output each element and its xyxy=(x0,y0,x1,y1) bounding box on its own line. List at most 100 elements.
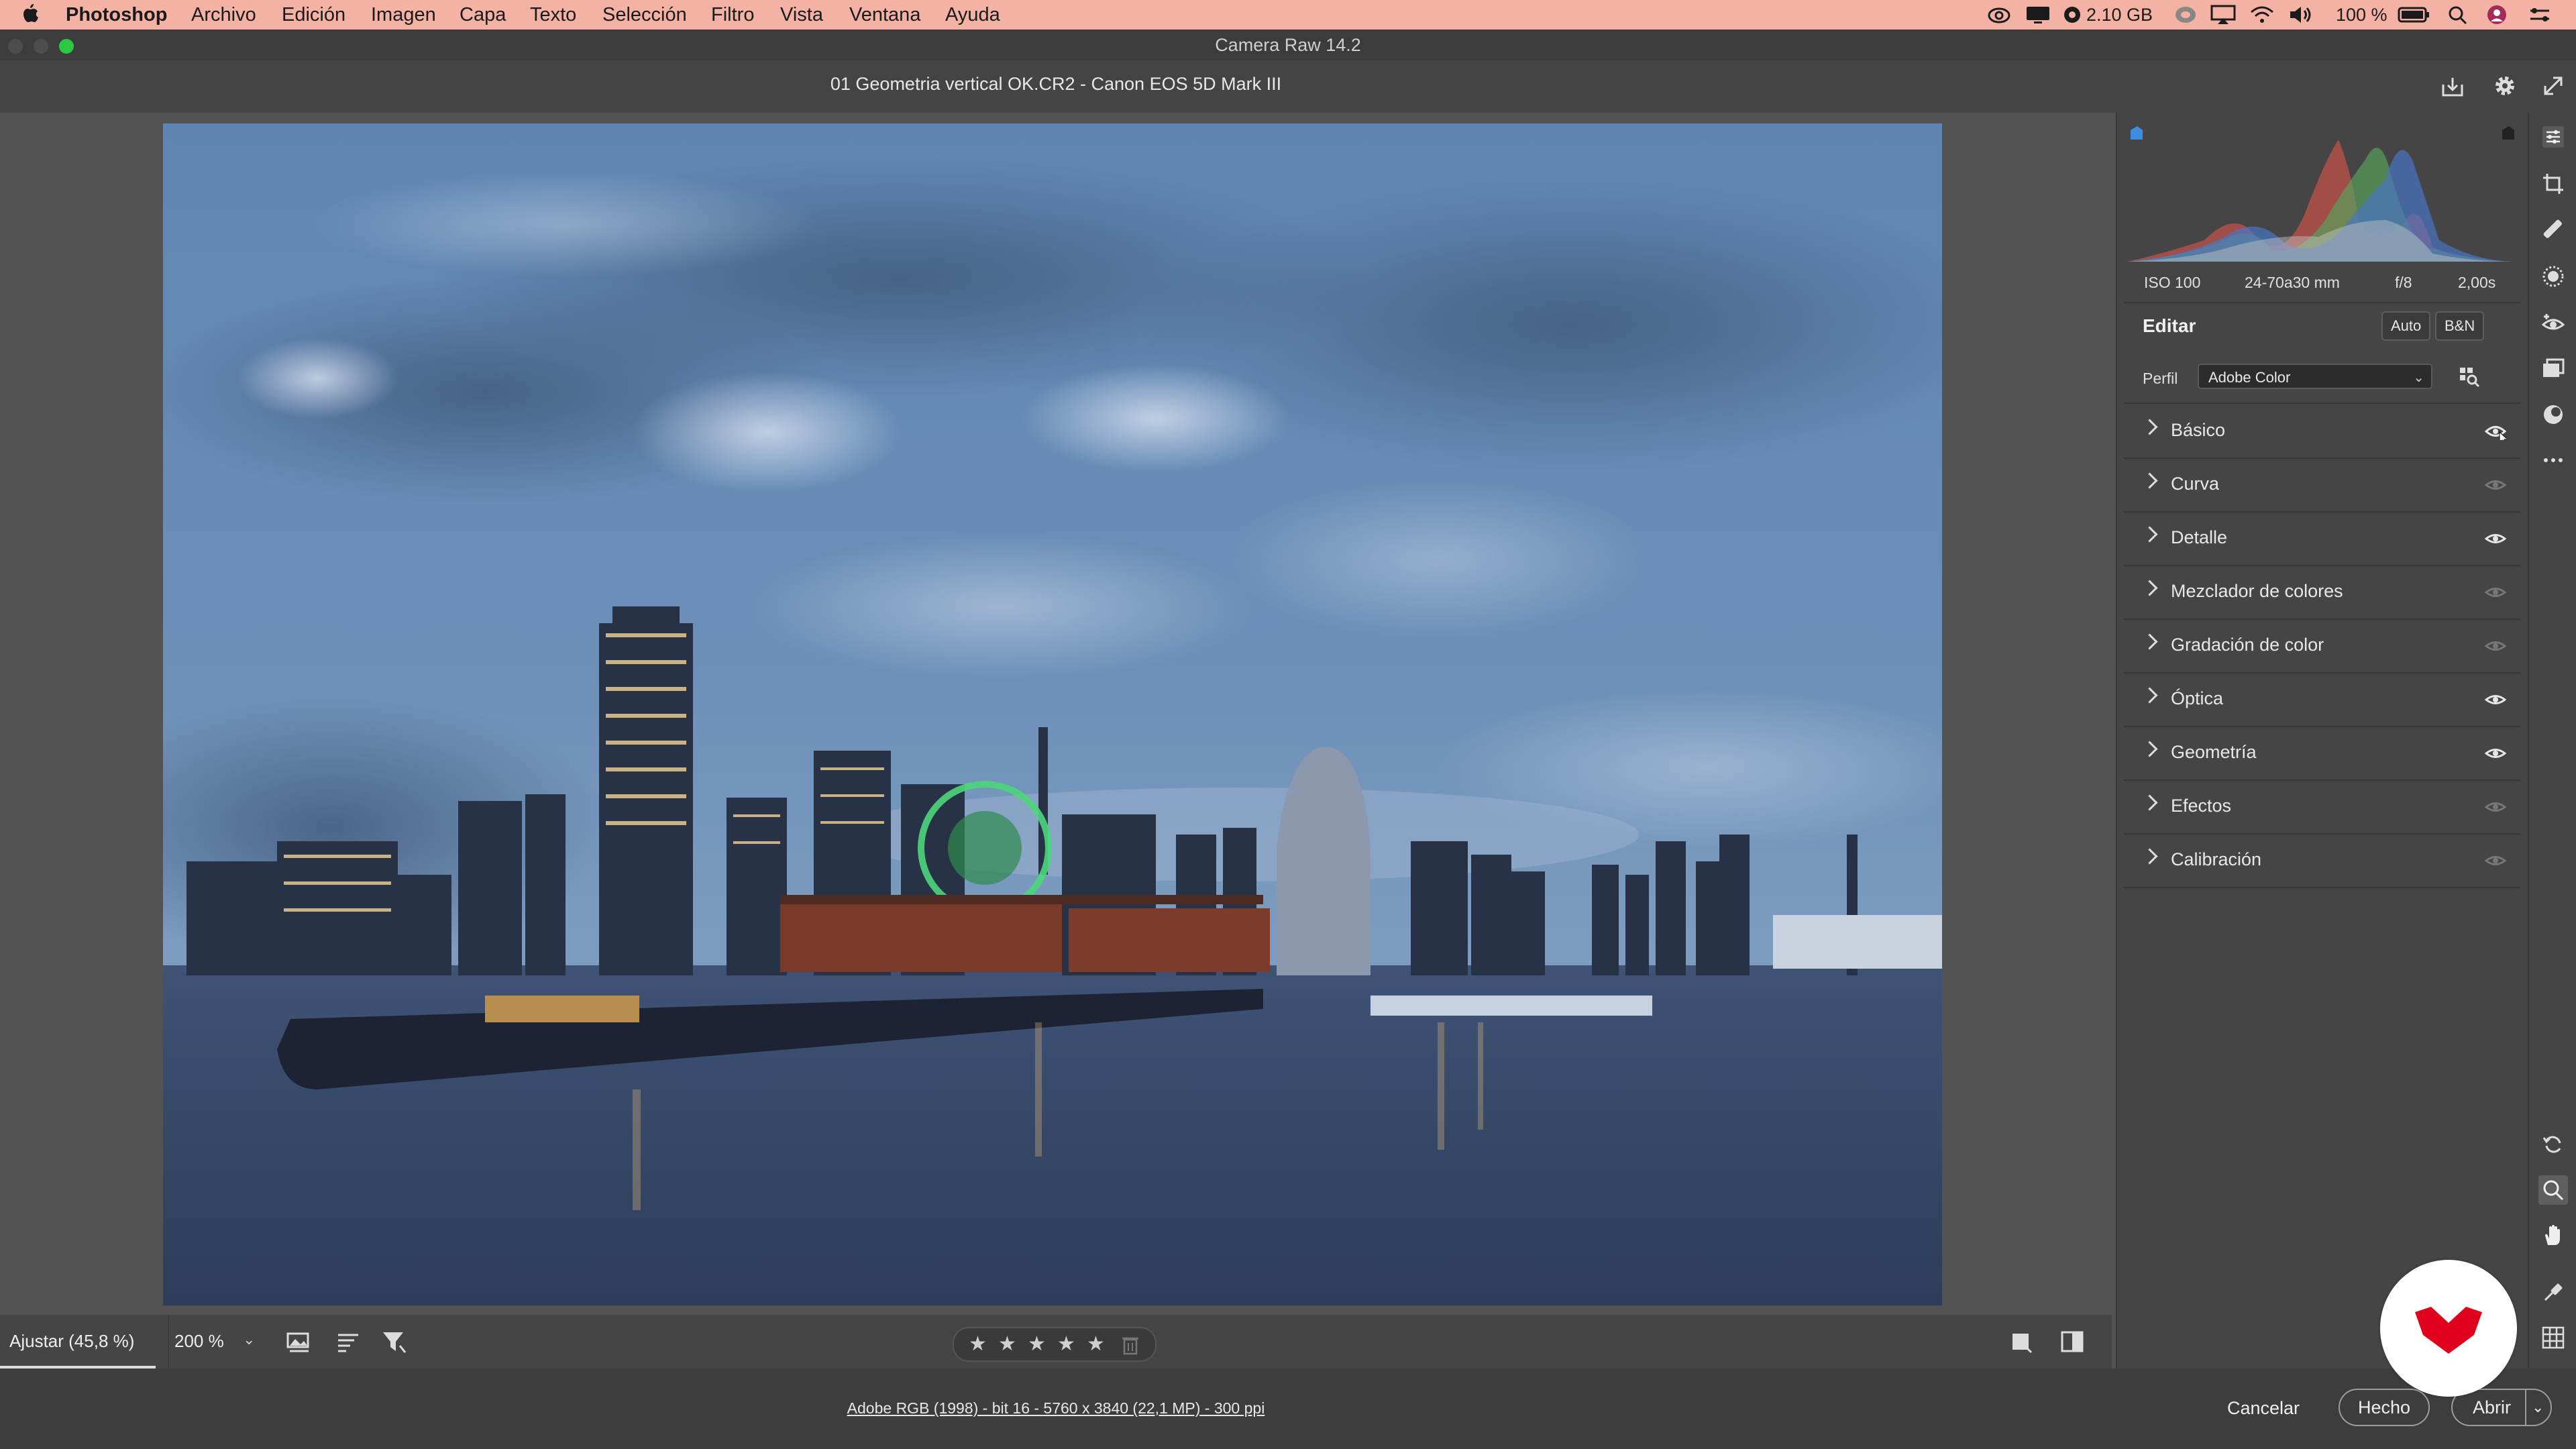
red-eye-icon[interactable] xyxy=(2541,311,2565,335)
section-efectos[interactable]: Efectos xyxy=(2124,781,2521,833)
section-detalle[interactable]: Detalle xyxy=(2124,513,2521,565)
menu-seleccion[interactable]: Selección xyxy=(602,3,687,26)
menu-imagen[interactable]: Imagen xyxy=(371,3,436,26)
masking-icon[interactable] xyxy=(2541,264,2565,288)
chevron-right-icon xyxy=(2141,794,2158,811)
menu-capa[interactable]: Capa xyxy=(460,3,506,26)
section-gradacion[interactable]: Gradación de color xyxy=(2124,620,2521,672)
section-curva[interactable]: Curva xyxy=(2124,459,2521,511)
star-icon[interactable]: ★ xyxy=(1087,1332,1105,1356)
section-label: Mezclador de colores xyxy=(2171,581,2343,601)
zoom-dropdown-chevron-icon[interactable]: ⌄ xyxy=(243,1331,255,1348)
apple-icon[interactable] xyxy=(20,3,40,27)
cancel-button[interactable]: Cancelar xyxy=(2227,1398,2300,1419)
volume-icon[interactable] xyxy=(2288,4,2314,25)
more-options-icon[interactable] xyxy=(2541,448,2565,472)
mac-menu-bar: Photoshop Archivo Edición Imagen Capa Te… xyxy=(0,0,2576,30)
edit-sliders-icon[interactable] xyxy=(2541,125,2565,149)
visibility-eye-icon[interactable] xyxy=(2485,637,2506,655)
delete-icon[interactable] xyxy=(1122,1335,1139,1355)
creative-cloud-icon[interactable] xyxy=(1987,4,2011,25)
visibility-eye-icon[interactable] xyxy=(2485,423,2506,440)
open-button-label: Abrir xyxy=(2473,1397,2512,1417)
battery-icon[interactable] xyxy=(2398,4,2431,25)
color-sampler-icon[interactable] xyxy=(2541,1280,2565,1304)
auto-button[interactable]: Auto xyxy=(2381,311,2431,341)
menu-texto[interactable]: Texto xyxy=(530,3,576,26)
visibility-eye-icon[interactable] xyxy=(2485,476,2506,494)
star-icon[interactable]: ★ xyxy=(1057,1332,1075,1356)
section-label: Calibración xyxy=(2171,849,2262,869)
zoom-fit-button[interactable]: Ajustar (45,8 %) xyxy=(0,1315,156,1368)
visibility-eye-icon[interactable] xyxy=(2485,691,2506,708)
window-title: Camera Raw 14.2 xyxy=(1215,35,1361,55)
section-optica[interactable]: Óptica xyxy=(2124,674,2521,726)
menu-edicion[interactable]: Edición xyxy=(282,3,345,26)
menu-vista[interactable]: Vista xyxy=(780,3,823,26)
photo-preview[interactable] xyxy=(163,123,1942,1305)
cityscape-photo xyxy=(163,123,1942,1305)
rating-stars[interactable]: ★ ★ ★ ★ ★ xyxy=(953,1327,1157,1362)
workflow-options-link[interactable]: Adobe RGB (1998) - bit 16 - 5760 x 3840 … xyxy=(0,1399,2112,1417)
zoom-tool-icon[interactable] xyxy=(2538,1175,2568,1205)
visibility-eye-icon[interactable] xyxy=(2485,745,2506,762)
profile-select[interactable]: Adobe Color ⌄ xyxy=(2198,364,2432,389)
healing-brush-icon[interactable] xyxy=(2541,217,2565,241)
wifi-icon[interactable] xyxy=(2249,4,2275,25)
bottom-toolbar: Ajustar (45,8 %) 200 % ⌄ ★ ★ ★ ★ ★ xyxy=(0,1315,2112,1368)
settings-gear-icon[interactable] xyxy=(2493,74,2517,98)
snapshots-icon[interactable] xyxy=(2541,402,2565,427)
section-label: Básico xyxy=(2171,420,2226,440)
profile-value: Adobe Color xyxy=(2208,369,2291,386)
section-mezclador[interactable]: Mezclador de colores xyxy=(2124,566,2521,619)
hand-tool-icon[interactable] xyxy=(2541,1224,2565,1248)
menu-ventana[interactable]: Ventana xyxy=(849,3,920,26)
divider xyxy=(2124,302,2521,303)
control-center-icon[interactable] xyxy=(2526,4,2553,25)
section-basico[interactable]: Básico xyxy=(2124,405,2521,458)
save-image-icon[interactable] xyxy=(2440,75,2465,98)
chevron-right-icon xyxy=(2141,419,2158,435)
display-icon[interactable] xyxy=(2025,4,2051,25)
spotlight-search-icon[interactable] xyxy=(2446,4,2470,25)
filmstrip-icon[interactable] xyxy=(286,1330,313,1354)
crop-icon[interactable] xyxy=(2541,172,2565,196)
exif-lens: 24-70a30 mm xyxy=(2245,274,2340,291)
menu-ayuda[interactable]: Ayuda xyxy=(945,3,1000,26)
status-icon[interactable] xyxy=(2174,4,2198,25)
user-avatar-icon[interactable] xyxy=(2485,4,2509,25)
exif-shutter: 2,00s xyxy=(2458,274,2496,291)
menu-app-photoshop[interactable]: Photoshop xyxy=(66,3,167,26)
chevron-right-icon xyxy=(2141,741,2158,757)
star-icon[interactable]: ★ xyxy=(1028,1332,1046,1356)
chevron-right-icon xyxy=(2141,687,2158,704)
open-options-chevron-icon[interactable]: ⌄ xyxy=(2525,1390,2544,1425)
bw-button[interactable]: B&N xyxy=(2435,311,2485,341)
section-geometria[interactable]: Geometría xyxy=(2124,727,2521,780)
before-after-icon[interactable] xyxy=(2059,1330,2086,1354)
memory-icon xyxy=(2064,7,2080,23)
visibility-eye-icon[interactable] xyxy=(2485,852,2506,869)
right-header xyxy=(2112,60,2576,113)
menu-archivo[interactable]: Archivo xyxy=(191,3,256,26)
divider xyxy=(2124,402,2521,404)
star-icon[interactable]: ★ xyxy=(969,1332,987,1356)
grid-overlay-icon[interactable] xyxy=(2541,1326,2565,1350)
visibility-eye-icon[interactable] xyxy=(2485,584,2506,601)
rotate-icon[interactable] xyxy=(2541,1132,2565,1157)
edit-title: Editar xyxy=(2143,315,2196,336)
presets-icon[interactable] xyxy=(2541,357,2565,381)
visibility-eye-icon[interactable] xyxy=(2485,530,2506,547)
star-icon[interactable]: ★ xyxy=(998,1332,1016,1356)
visibility-eye-icon[interactable] xyxy=(2485,798,2506,816)
profile-browser-icon[interactable] xyxy=(2458,365,2481,388)
filter-icon[interactable] xyxy=(381,1330,408,1354)
menu-filtro[interactable]: Filtro xyxy=(711,3,754,26)
section-label: Efectos xyxy=(2171,796,2232,816)
single-view-icon[interactable] xyxy=(2008,1330,2033,1354)
fullscreen-icon[interactable] xyxy=(2541,74,2565,98)
sort-icon[interactable] xyxy=(335,1330,362,1354)
airplay-icon[interactable] xyxy=(2210,4,2237,25)
chevron-right-icon xyxy=(2141,848,2158,865)
section-calibracion[interactable]: Calibración xyxy=(2124,835,2521,887)
